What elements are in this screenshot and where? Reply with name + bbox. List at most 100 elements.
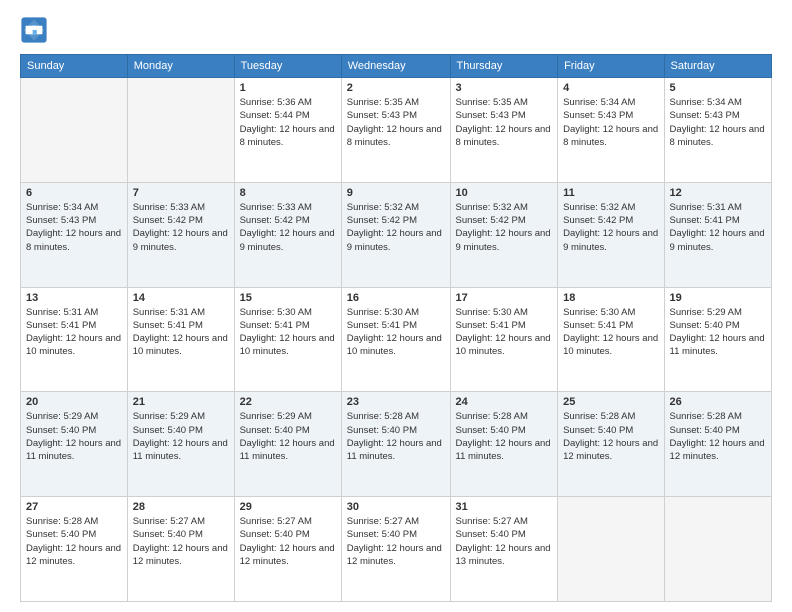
day-info: Sunrise: 5:28 AM Sunset: 5:40 PM Dayligh… xyxy=(26,515,122,568)
day-info: Sunrise: 5:31 AM Sunset: 5:41 PM Dayligh… xyxy=(26,306,122,359)
calendar-header: SundayMondayTuesdayWednesdayThursdayFrid… xyxy=(21,55,772,78)
day-cell xyxy=(21,78,128,183)
day-info: Sunrise: 5:33 AM Sunset: 5:42 PM Dayligh… xyxy=(133,201,229,254)
day-number: 16 xyxy=(347,292,445,304)
day-info: Sunrise: 5:29 AM Sunset: 5:40 PM Dayligh… xyxy=(240,410,336,463)
week-row-1: 1 Sunrise: 5:36 AM Sunset: 5:44 PM Daylig… xyxy=(21,78,772,183)
col-header-saturday: Saturday xyxy=(664,55,771,78)
day-cell: 25 Sunrise: 5:28 AM Sunset: 5:40 PM Dayli… xyxy=(558,392,664,497)
day-info: Sunrise: 5:30 AM Sunset: 5:41 PM Dayligh… xyxy=(456,306,553,359)
day-cell: 18 Sunrise: 5:30 AM Sunset: 5:41 PM Dayli… xyxy=(558,287,664,392)
day-number: 18 xyxy=(563,292,658,304)
col-header-monday: Monday xyxy=(127,55,234,78)
day-cell: 20 Sunrise: 5:29 AM Sunset: 5:40 PM Dayli… xyxy=(21,392,128,497)
day-info: Sunrise: 5:32 AM Sunset: 5:42 PM Dayligh… xyxy=(563,201,658,254)
day-cell: 13 Sunrise: 5:31 AM Sunset: 5:41 PM Dayli… xyxy=(21,287,128,392)
day-number: 29 xyxy=(240,501,336,513)
day-info: Sunrise: 5:29 AM Sunset: 5:40 PM Dayligh… xyxy=(670,306,766,359)
day-number: 2 xyxy=(347,82,445,94)
day-cell: 27 Sunrise: 5:28 AM Sunset: 5:40 PM Dayli… xyxy=(21,497,128,602)
day-number: 4 xyxy=(563,82,658,94)
day-cell: 30Sunrise: 5:27 AM Sunset: 5:40 PM Dayli… xyxy=(341,497,450,602)
day-number: 9 xyxy=(347,187,445,199)
day-number: 25 xyxy=(563,396,658,408)
day-cell: 29 Sunrise: 5:27 AM Sunset: 5:40 PM Dayli… xyxy=(234,497,341,602)
week-row-2: 6 Sunrise: 5:34 AM Sunset: 5:43 PM Daylig… xyxy=(21,182,772,287)
day-number: 22 xyxy=(240,396,336,408)
day-cell: 19 Sunrise: 5:29 AM Sunset: 5:40 PM Dayli… xyxy=(664,287,771,392)
day-info: Sunrise: 5:27 AM Sunset: 5:40 PM Dayligh… xyxy=(133,515,229,568)
day-cell: 2Sunrise: 5:35 AM Sunset: 5:43 PM Daylig… xyxy=(341,78,450,183)
day-number: 11 xyxy=(563,187,658,199)
day-number: 10 xyxy=(456,187,553,199)
day-number: 20 xyxy=(26,396,122,408)
day-cell: 3 Sunrise: 5:35 AM Sunset: 5:43 PM Daylig… xyxy=(450,78,558,183)
day-info: Sunrise: 5:34 AM Sunset: 5:43 PM Dayligh… xyxy=(563,96,658,149)
day-info: Sunrise: 5:28 AM Sunset: 5:40 PM Dayligh… xyxy=(563,410,658,463)
header-row: SundayMondayTuesdayWednesdayThursdayFrid… xyxy=(21,55,772,78)
col-header-thursday: Thursday xyxy=(450,55,558,78)
day-number: 8 xyxy=(240,187,336,199)
header xyxy=(20,16,772,44)
day-cell: 1 Sunrise: 5:36 AM Sunset: 5:44 PM Daylig… xyxy=(234,78,341,183)
day-number: 7 xyxy=(133,187,229,199)
day-cell: 23 Sunrise: 5:28 AM Sunset: 5:40 PM Dayli… xyxy=(341,392,450,497)
col-header-sunday: Sunday xyxy=(21,55,128,78)
day-number: 1 xyxy=(240,82,336,94)
week-row-3: 13 Sunrise: 5:31 AM Sunset: 5:41 PM Dayli… xyxy=(21,287,772,392)
day-info: Sunrise: 5:27 AM Sunset: 5:40 PM Dayligh… xyxy=(240,515,336,568)
page: SundayMondayTuesdayWednesdayThursdayFrid… xyxy=(0,0,792,612)
day-number: 24 xyxy=(456,396,553,408)
week-row-5: 27 Sunrise: 5:28 AM Sunset: 5:40 PM Dayli… xyxy=(21,497,772,602)
day-number: 21 xyxy=(133,396,229,408)
calendar-table: SundayMondayTuesdayWednesdayThursdayFrid… xyxy=(20,54,772,602)
day-cell xyxy=(127,78,234,183)
day-info: Sunrise: 5:35 AM Sunset: 5:43 PM Dayligh… xyxy=(456,96,553,149)
day-cell: 26Sunrise: 5:28 AM Sunset: 5:40 PM Dayli… xyxy=(664,392,771,497)
day-info: Sunrise: 5:29 AM Sunset: 5:40 PM Dayligh… xyxy=(133,410,229,463)
day-info: Sunrise: 5:32 AM Sunset: 5:42 PM Dayligh… xyxy=(456,201,553,254)
day-info: Sunrise: 5:36 AM Sunset: 5:44 PM Dayligh… xyxy=(240,96,336,149)
day-cell: 16Sunrise: 5:30 AM Sunset: 5:41 PM Dayli… xyxy=(341,287,450,392)
day-cell: 12 Sunrise: 5:31 AM Sunset: 5:41 PM Dayli… xyxy=(664,182,771,287)
day-number: 3 xyxy=(456,82,553,94)
day-cell: 7 Sunrise: 5:33 AM Sunset: 5:42 PM Daylig… xyxy=(127,182,234,287)
day-cell: 15Sunrise: 5:30 AM Sunset: 5:41 PM Dayli… xyxy=(234,287,341,392)
day-number: 6 xyxy=(26,187,122,199)
day-number: 17 xyxy=(456,292,553,304)
day-number: 12 xyxy=(670,187,766,199)
day-number: 13 xyxy=(26,292,122,304)
day-info: Sunrise: 5:27 AM Sunset: 5:40 PM Dayligh… xyxy=(456,515,553,568)
day-info: Sunrise: 5:27 AM Sunset: 5:40 PM Dayligh… xyxy=(347,515,445,568)
day-number: 19 xyxy=(670,292,766,304)
day-cell: 4 Sunrise: 5:34 AM Sunset: 5:43 PM Daylig… xyxy=(558,78,664,183)
day-info: Sunrise: 5:31 AM Sunset: 5:41 PM Dayligh… xyxy=(670,201,766,254)
day-cell: 5Sunrise: 5:34 AM Sunset: 5:43 PM Daylig… xyxy=(664,78,771,183)
day-cell: 14Sunrise: 5:31 AM Sunset: 5:41 PM Dayli… xyxy=(127,287,234,392)
day-cell: 31Sunrise: 5:27 AM Sunset: 5:40 PM Dayli… xyxy=(450,497,558,602)
day-cell xyxy=(664,497,771,602)
col-header-tuesday: Tuesday xyxy=(234,55,341,78)
day-number: 14 xyxy=(133,292,229,304)
day-info: Sunrise: 5:29 AM Sunset: 5:40 PM Dayligh… xyxy=(26,410,122,463)
week-row-4: 20 Sunrise: 5:29 AM Sunset: 5:40 PM Dayli… xyxy=(21,392,772,497)
day-info: Sunrise: 5:28 AM Sunset: 5:40 PM Dayligh… xyxy=(347,410,445,463)
day-number: 26 xyxy=(670,396,766,408)
day-cell: 24Sunrise: 5:28 AM Sunset: 5:40 PM Dayli… xyxy=(450,392,558,497)
day-cell: 28 Sunrise: 5:27 AM Sunset: 5:40 PM Dayli… xyxy=(127,497,234,602)
day-info: Sunrise: 5:30 AM Sunset: 5:41 PM Dayligh… xyxy=(240,306,336,359)
day-cell: 6 Sunrise: 5:34 AM Sunset: 5:43 PM Daylig… xyxy=(21,182,128,287)
day-number: 28 xyxy=(133,501,229,513)
day-cell: 8 Sunrise: 5:33 AM Sunset: 5:42 PM Daylig… xyxy=(234,182,341,287)
day-info: Sunrise: 5:34 AM Sunset: 5:43 PM Dayligh… xyxy=(26,201,122,254)
logo xyxy=(20,16,52,44)
day-info: Sunrise: 5:30 AM Sunset: 5:41 PM Dayligh… xyxy=(563,306,658,359)
day-info: Sunrise: 5:33 AM Sunset: 5:42 PM Dayligh… xyxy=(240,201,336,254)
day-info: Sunrise: 5:32 AM Sunset: 5:42 PM Dayligh… xyxy=(347,201,445,254)
day-number: 5 xyxy=(670,82,766,94)
day-cell: 17 Sunrise: 5:30 AM Sunset: 5:41 PM Dayli… xyxy=(450,287,558,392)
day-cell: 22 Sunrise: 5:29 AM Sunset: 5:40 PM Dayli… xyxy=(234,392,341,497)
generalblue-logo-icon xyxy=(20,16,48,44)
day-number: 27 xyxy=(26,501,122,513)
day-number: 23 xyxy=(347,396,445,408)
